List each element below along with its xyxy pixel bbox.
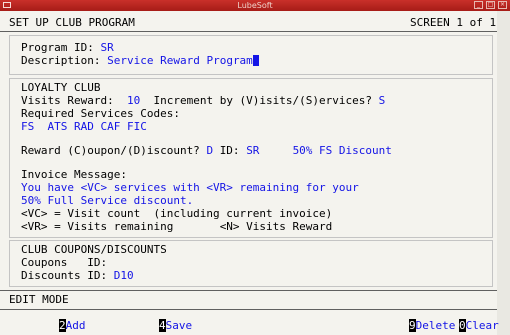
- legend-line-2: <VR> = Visits remaining <N> Visits Rewar…: [21, 220, 332, 233]
- coupons-id-label: Coupons ID:: [21, 256, 108, 269]
- description-label: Description:: [21, 54, 101, 67]
- add-button[interactable]: 2Add: [59, 319, 86, 332]
- visits-field[interactable]: 10: [127, 94, 140, 107]
- delete-button[interactable]: 9Delete: [409, 319, 455, 332]
- increment-label: Increment by (V)isits/(S)ervices?: [153, 94, 373, 107]
- minimize-icon[interactable]: _: [474, 1, 483, 9]
- required-services-field[interactable]: FS ATS RAD CAF FIC: [21, 120, 147, 133]
- discounts-row: Discounts ID: D10: [21, 269, 134, 282]
- f9-key-number: 9: [409, 319, 416, 332]
- coupons-header: CLUB COUPONS/DISCOUNTS: [21, 243, 167, 256]
- mode-divider-bottom: [0, 309, 497, 310]
- required-services-label: Required Services Codes:: [21, 107, 180, 120]
- add-label: Add: [65, 319, 86, 332]
- program-id-field[interactable]: SR: [100, 41, 113, 54]
- visits-row: Visits Reward: 10 Increment by (V)isits/…: [21, 94, 385, 107]
- coupons-row: Coupons ID:: [21, 256, 114, 269]
- reward-type-label: Reward (C)oupon/(D)iscount?: [21, 144, 200, 157]
- reward-description: 50% FS Discount: [292, 144, 392, 157]
- delete-label: Delete: [415, 319, 456, 332]
- lubesoft-window: LubeSoft _ □ × SET UP CLUB PROGRAM SCREE…: [0, 0, 510, 335]
- legend-line-1: <VC> = Visit count (including current in…: [21, 207, 333, 220]
- invoice-message-line-1[interactable]: You have <VC> services with <VR> remaini…: [21, 181, 359, 194]
- loyalty-header: LOYALTY CLUB: [21, 81, 101, 94]
- program-id-row: Program ID: SR: [21, 41, 114, 54]
- window-title: LubeSoft: [237, 1, 273, 10]
- invoice-message-label: Invoice Message:: [21, 168, 127, 181]
- mode-divider-top: [0, 290, 497, 291]
- reward-type-field[interactable]: D: [206, 144, 213, 157]
- save-button[interactable]: 4Save: [159, 319, 192, 332]
- clear-button[interactable]: 0Clear: [459, 319, 499, 332]
- discounts-id-field[interactable]: D10: [114, 269, 134, 282]
- legend-visits-remaining: <VR> = Visits remaining: [21, 220, 174, 233]
- clear-label: Clear: [465, 319, 499, 332]
- text-cursor: [252, 55, 259, 66]
- screen-title: SET UP CLUB PROGRAM: [9, 16, 135, 29]
- reward-id-label: ID:: [219, 144, 240, 157]
- save-label: Save: [165, 319, 193, 332]
- reward-id-field[interactable]: SR: [246, 144, 259, 157]
- edit-mode-status: EDIT MODE: [9, 293, 69, 306]
- increment-field[interactable]: S: [379, 94, 386, 107]
- screen-page-indicator: SCREEN 1 of 1: [410, 16, 497, 29]
- program-id-label: Program ID:: [21, 41, 94, 54]
- right-margin: [497, 11, 510, 335]
- visits-label: Visits Reward:: [21, 94, 114, 107]
- description-row: Description: Service Reward Program: [21, 54, 259, 67]
- discounts-id-label: Discounts ID:: [21, 269, 108, 282]
- title-bar: LubeSoft _ □ ×: [0, 0, 510, 11]
- reward-row: Reward (C)oupon/(D)iscount? D ID: SR 50%…: [21, 144, 392, 157]
- close-icon[interactable]: ×: [498, 1, 507, 9]
- invoice-message-line-2[interactable]: 50% Full Service discount.: [21, 194, 193, 207]
- description-field[interactable]: Service Reward Program: [107, 54, 253, 67]
- f4-key-number: 4: [159, 319, 166, 332]
- header-divider: [0, 31, 497, 32]
- f2-key-number: 2: [59, 319, 66, 332]
- legend-visits-reward: <N> Visits Reward: [219, 220, 333, 233]
- f10-key-number: 0: [459, 319, 466, 332]
- maximize-icon[interactable]: □: [486, 1, 495, 9]
